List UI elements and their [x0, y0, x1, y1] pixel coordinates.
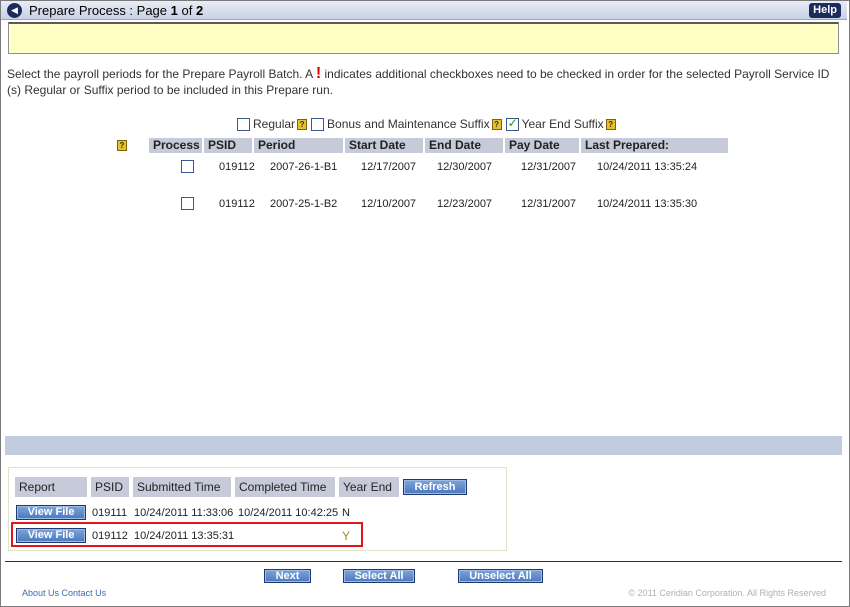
highlight-box [11, 522, 363, 547]
end-date-cell: 12/23/2007 [437, 198, 493, 210]
year-end-label: Year End Suffix [521, 117, 604, 131]
filter-year-end: Year End Suffix ? [505, 116, 616, 131]
period-cell: 2007-26-1-B1 [270, 161, 338, 173]
message-bar [8, 22, 839, 54]
page-total: 2 [195, 3, 204, 18]
back-arrow-icon[interactable]: ◀ [7, 3, 22, 18]
last-prepared-cell: 10/24/2011 13:35:30 [597, 198, 698, 210]
bonus-label: Bonus and Maintenance Suffix [327, 117, 490, 131]
end-date-cell: 12/30/2007 [437, 161, 493, 173]
completed-cell: 10/24/2011 10:42:25 [238, 507, 339, 519]
page-current: 1 [170, 3, 178, 18]
start-date-cell: 12/17/2007 [361, 161, 417, 173]
report-psid-cell: 019111 [92, 507, 128, 519]
select-all-button[interactable]: Select All [343, 569, 415, 583]
instructions-text: Select the payroll periods for the Prepa… [7, 66, 839, 98]
unselect-all-button[interactable]: Unselect All [458, 569, 543, 583]
help-icon[interactable]: ? [605, 118, 616, 130]
of-label: of [177, 3, 196, 18]
copyright-text: © 2011 Ceridian Corporation. All Rights … [628, 588, 826, 598]
pay-date-cell: 12/31/2007 [521, 198, 577, 210]
about-us-link[interactable]: About Us [22, 588, 59, 598]
regular-label: Regular [253, 117, 296, 131]
pay-date-cell: 12/31/2007 [521, 161, 577, 173]
process-checkbox[interactable] [181, 160, 194, 173]
process-checkbox[interactable] [181, 197, 194, 210]
header-submitted-time: Submitted Time [133, 477, 231, 497]
contact-us-link[interactable]: Contact Us [62, 588, 107, 598]
suffix-filters: Regular ? Bonus and Maintenance Suffix ?… [237, 116, 620, 131]
help-icon[interactable]: ? [297, 118, 308, 130]
filter-bonus: Bonus and Maintenance Suffix ? [311, 117, 502, 131]
last-prepared-cell: 10/24/2011 13:35:24 [597, 161, 698, 173]
filter-regular: Regular ? [237, 117, 308, 131]
help-icon[interactable]: ? [117, 140, 127, 151]
page-title: Prepare Process : Page 1 of 2 [29, 3, 203, 18]
header-completed-time: Completed Time [235, 477, 335, 497]
period-cell: 2007-25-1-B2 [270, 198, 338, 210]
header-process: Process [149, 138, 202, 153]
psid-cell: 019112 [219, 198, 255, 210]
start-date-cell: 12/10/2007 [361, 198, 417, 210]
help-button[interactable]: Help [809, 3, 841, 18]
header-psid: PSID [204, 138, 252, 153]
help-icon[interactable]: ? [491, 118, 502, 130]
header-period: Period [254, 138, 343, 153]
year-end-checkbox[interactable] [505, 116, 519, 131]
regular-checkbox[interactable] [237, 117, 250, 131]
bonus-checkbox[interactable] [311, 117, 325, 131]
title-prefix: Prepare Process : Page [29, 3, 171, 18]
instructions-before: Select the payroll periods for the Prepa… [7, 67, 316, 81]
psid-cell: 019112 [219, 161, 255, 173]
title-bar: ◀ Prepare Process : Page 1 of 2 Help [1, 1, 847, 20]
refresh-button[interactable]: Refresh [403, 479, 467, 495]
header-report: Report [15, 477, 87, 497]
header-last-prepared: Last Prepared: [581, 138, 728, 153]
footer-links: About Us Contact Us [22, 588, 106, 598]
header-end-date: End Date [425, 138, 503, 153]
header-year-end: Year End [339, 477, 399, 497]
footer-divider [5, 561, 842, 562]
view-file-button[interactable]: View File [16, 505, 86, 520]
year-end-cell: N [342, 507, 350, 519]
header-start-date: Start Date [345, 138, 423, 153]
next-button[interactable]: Next [264, 569, 311, 583]
header-report-psid: PSID [91, 477, 129, 497]
submitted-cell: 10/24/2011 11:33:06 [134, 507, 234, 519]
section-divider [5, 436, 842, 455]
header-pay-date: Pay Date [505, 138, 579, 153]
